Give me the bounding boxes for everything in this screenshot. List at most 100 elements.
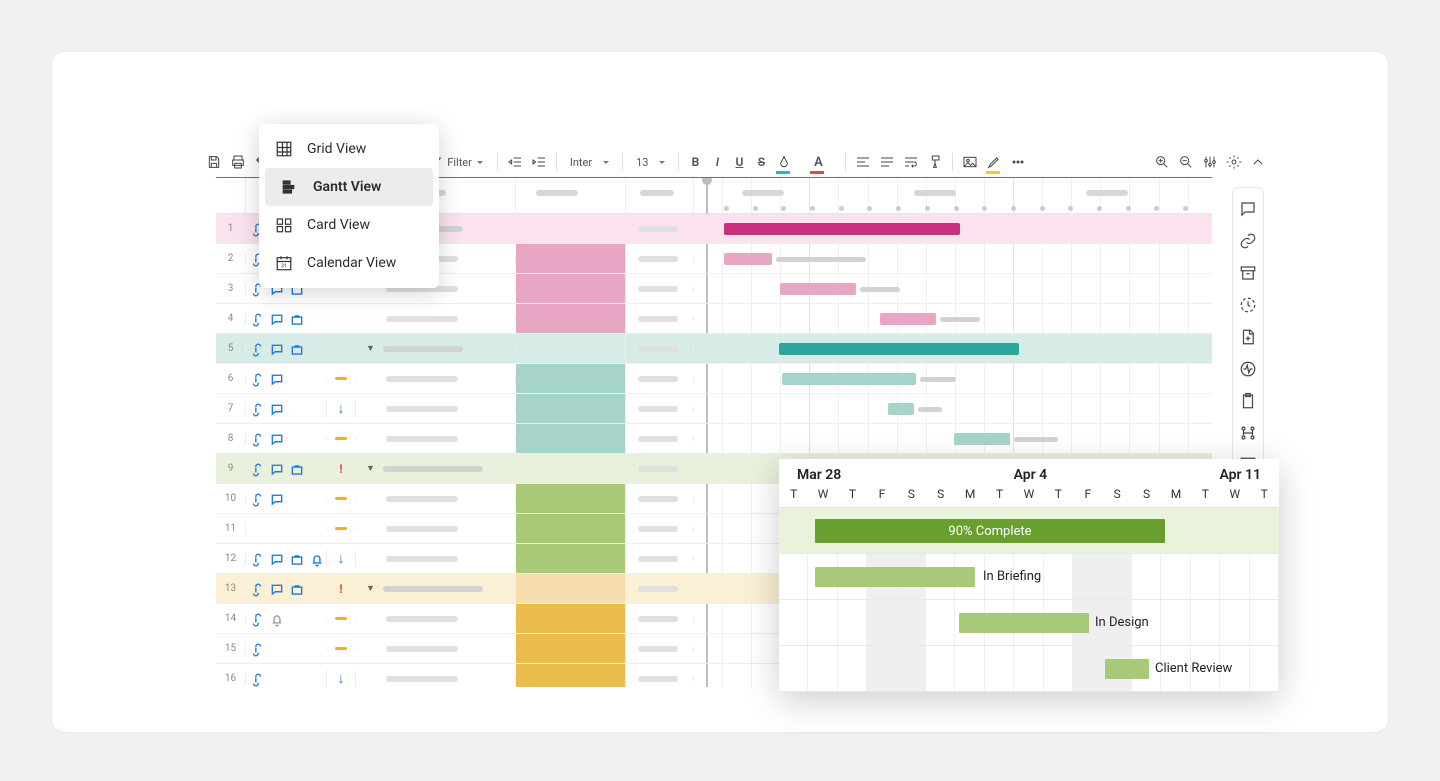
- font-size-selector[interactable]: 13: [630, 153, 671, 172]
- link-icon[interactable]: [250, 672, 264, 686]
- gantt-bar[interactable]: [779, 343, 1019, 355]
- brief-icon[interactable]: [290, 462, 304, 476]
- indent-icon[interactable]: [529, 152, 549, 172]
- task-cell[interactable]: [356, 526, 516, 532]
- gantt-bar[interactable]: [724, 223, 960, 235]
- task-cell[interactable]: ▼: [356, 583, 516, 594]
- gantt-bar-extension: [918, 407, 942, 412]
- zoom-bar-design[interactable]: [959, 613, 1089, 633]
- org-icon[interactable]: [1239, 424, 1257, 442]
- fill-color-icon[interactable]: [774, 152, 794, 172]
- link-icon[interactable]: [250, 492, 264, 506]
- links-icon[interactable]: [1239, 232, 1257, 250]
- font-selector[interactable]: Inter: [564, 153, 615, 172]
- task-cell[interactable]: [356, 316, 516, 322]
- task-cell[interactable]: [356, 556, 516, 562]
- text-color-icon[interactable]: A: [808, 152, 828, 172]
- brief-icon[interactable]: [290, 342, 304, 356]
- zoom-bar-briefing[interactable]: [815, 567, 975, 587]
- zoom-out-icon[interactable]: [1176, 152, 1196, 172]
- print-icon[interactable]: [228, 152, 248, 172]
- highlight-icon[interactable]: [984, 152, 1004, 172]
- image-icon[interactable]: [960, 152, 980, 172]
- chat-icon[interactable]: [270, 402, 284, 416]
- chat-icon[interactable]: [270, 492, 284, 506]
- link-icon[interactable]: [250, 552, 264, 566]
- brief-icon[interactable]: [290, 552, 304, 566]
- chat-icon[interactable]: [270, 552, 284, 566]
- history-icon[interactable]: [1239, 296, 1257, 314]
- link-icon[interactable]: [250, 612, 264, 626]
- link-icon[interactable]: [250, 342, 264, 356]
- dropdown-item-grid[interactable]: Grid View: [259, 130, 439, 168]
- link-icon[interactable]: [250, 372, 264, 386]
- chat-icon[interactable]: [270, 312, 284, 326]
- task-cell[interactable]: [356, 496, 516, 502]
- task-cell[interactable]: [356, 406, 516, 412]
- more-icon[interactable]: [1008, 152, 1028, 172]
- settings-alt-icon[interactable]: [1200, 152, 1220, 172]
- link-icon[interactable]: [250, 312, 264, 326]
- row-icons: [246, 312, 326, 326]
- zoom-bar-complete[interactable]: 90% Complete: [815, 519, 1165, 543]
- gantt-bar[interactable]: [888, 403, 914, 415]
- row-number: 14: [216, 613, 246, 624]
- chat-icon[interactable]: [270, 462, 284, 476]
- chat-icon[interactable]: [270, 342, 284, 356]
- italic-icon[interactable]: I: [708, 155, 726, 169]
- divider: [952, 153, 953, 171]
- gantt-bar-extension: [940, 317, 980, 322]
- collapse-icon[interactable]: [1248, 152, 1268, 172]
- gantt-bar[interactable]: [782, 373, 916, 385]
- link-icon[interactable]: [250, 642, 264, 656]
- outdent-icon[interactable]: [505, 152, 525, 172]
- brief-icon[interactable]: [290, 312, 304, 326]
- format-paint-icon[interactable]: [925, 152, 945, 172]
- chat-icon[interactable]: [270, 582, 284, 596]
- dropdown-item-calendar[interactable]: 31 Calendar View: [259, 244, 439, 282]
- task-cell[interactable]: ▼: [356, 463, 516, 474]
- wrap-icon[interactable]: [901, 152, 921, 172]
- link-icon[interactable]: [250, 462, 264, 476]
- link-icon[interactable]: [250, 582, 264, 596]
- comments-icon[interactable]: [1239, 200, 1257, 218]
- gantt-bar[interactable]: [880, 313, 936, 325]
- underline-icon[interactable]: U: [730, 155, 748, 169]
- gantt-bar[interactable]: [780, 283, 856, 295]
- task-cell[interactable]: [356, 436, 516, 442]
- zoom-bar-review[interactable]: [1105, 659, 1149, 679]
- bell-icon[interactable]: [310, 552, 324, 566]
- gantt-bar[interactable]: [954, 433, 1010, 445]
- bold-icon[interactable]: B: [686, 155, 704, 169]
- chat-icon[interactable]: [270, 372, 284, 386]
- strike-icon[interactable]: S: [752, 155, 770, 169]
- link-icon[interactable]: [250, 402, 264, 416]
- gantt-row[interactable]: 7↓: [216, 394, 1212, 424]
- task-cell[interactable]: [356, 376, 516, 382]
- activity-icon[interactable]: [1239, 360, 1257, 378]
- task-cell[interactable]: [356, 616, 516, 622]
- zoom-in-icon[interactable]: [1152, 152, 1172, 172]
- brief-icon[interactable]: [290, 582, 304, 596]
- priority-cell: ↓: [326, 670, 356, 687]
- dropdown-item-card[interactable]: Card View: [259, 206, 439, 244]
- save-icon[interactable]: [204, 152, 224, 172]
- clipboard-icon[interactable]: [1239, 392, 1257, 410]
- document-icon[interactable]: [1239, 328, 1257, 346]
- chat-icon[interactable]: [270, 432, 284, 446]
- link-icon[interactable]: [250, 432, 264, 446]
- gantt-row[interactable]: 8: [216, 424, 1212, 454]
- task-cell[interactable]: ▼: [356, 343, 516, 354]
- gantt-bar[interactable]: [724, 253, 772, 265]
- gantt-row[interactable]: 5▼: [216, 334, 1212, 364]
- gear-icon[interactable]: [1224, 152, 1244, 172]
- align-options-icon[interactable]: [877, 152, 897, 172]
- align-left-icon[interactable]: [853, 152, 873, 172]
- task-cell[interactable]: [356, 646, 516, 652]
- gantt-row[interactable]: 6: [216, 364, 1212, 394]
- bell-sm-icon[interactable]: [270, 612, 284, 626]
- archive-icon[interactable]: [1239, 264, 1257, 282]
- gantt-row[interactable]: 4: [216, 304, 1212, 334]
- task-cell[interactable]: [356, 676, 516, 682]
- dropdown-item-gantt[interactable]: Gantt View: [265, 168, 433, 206]
